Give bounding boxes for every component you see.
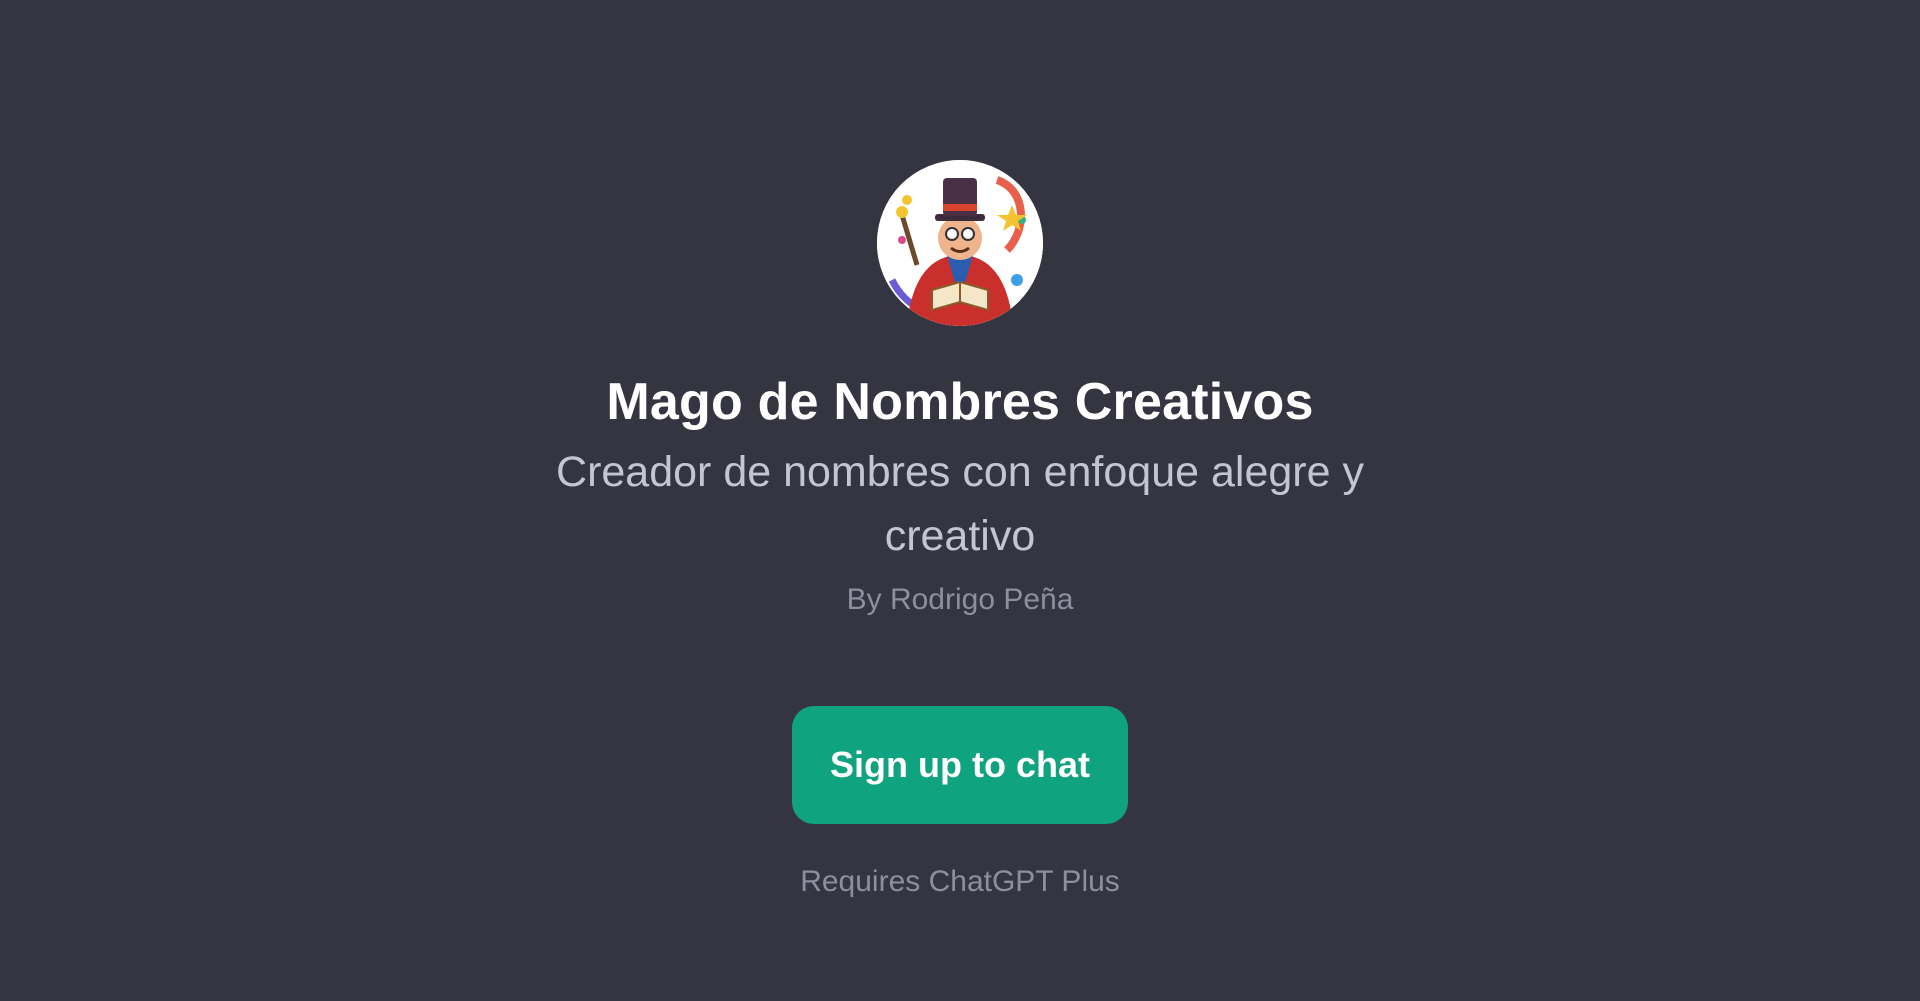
gpt-title: Mago de Nombres Creativos: [606, 373, 1314, 431]
sign-up-to-chat-button[interactable]: Sign up to chat: [792, 706, 1128, 824]
gpt-landing-page: Mago de Nombres Creativos Creador de nom…: [0, 0, 1920, 1001]
wizard-avatar-icon: [877, 160, 1043, 326]
gpt-description: Creador de nombres con enfoque alegre y …: [556, 448, 1364, 560]
gpt-info-section: Mago de Nombres Creativos Creador de nom…: [0, 0, 1920, 902]
requires-plus-note: Requires ChatGPT Plus: [800, 865, 1120, 898]
gpt-author: By Rodrigo Peña: [846, 583, 1074, 616]
